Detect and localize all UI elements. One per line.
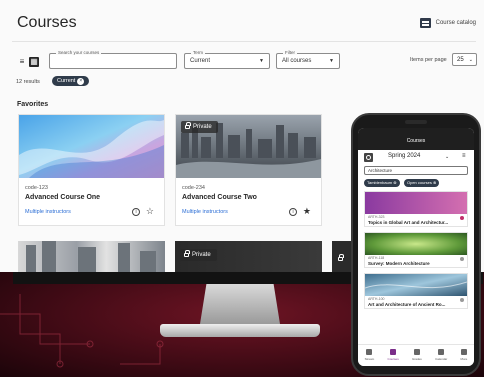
course-image	[365, 274, 467, 296]
nav-item-courses[interactable]: Courses	[388, 345, 399, 366]
page-title: Courses	[17, 14, 77, 31]
nav-item-grades[interactable]: Grades	[412, 345, 422, 366]
status-dot-icon	[460, 298, 464, 302]
term-label: Term	[191, 50, 205, 55]
course-name: Art and Architecture of Ancient Ro...	[368, 302, 446, 307]
phone-bottom-nav: Stream Courses Grades Calendar More	[358, 344, 474, 366]
nav-label: More	[460, 357, 468, 361]
phone-filter-chip[interactable]: Open courses ⊗	[404, 179, 440, 187]
chevron-down-icon: ⌄	[468, 57, 473, 63]
private-label: Private	[193, 124, 212, 130]
phone-device: Courses Spring 2024 ⌄ ≡ Architecture Tam…	[351, 113, 481, 376]
course-card[interactable]: code-123 Advanced Course One Multiple in…	[18, 114, 165, 226]
star-filled-icon[interactable]: ★	[303, 206, 311, 217]
filter-icon[interactable]: ≡	[462, 153, 466, 159]
filter-label: Filter	[283, 50, 297, 55]
chip-label: Tamblenbaum	[367, 180, 393, 185]
course-image	[365, 192, 467, 214]
nav-label: Courses	[387, 357, 399, 361]
lock-icon	[338, 254, 344, 261]
stream-icon	[366, 349, 373, 355]
nav-label: Grades	[411, 357, 422, 361]
lock-icon	[185, 122, 191, 129]
phone-course-card[interactable]: ARTH-323 Topics in Global Art and Archit…	[364, 191, 468, 227]
info-icon[interactable]: i	[132, 208, 140, 216]
private-badge: Private	[181, 121, 218, 133]
info-icon[interactable]: i	[289, 208, 297, 216]
courses-icon	[390, 349, 397, 355]
private-badge: Private	[180, 249, 217, 261]
filter-select[interactable]: Filter All courses ▼	[276, 50, 340, 69]
course-code: code-234	[182, 185, 205, 191]
items-per-page-value: 25	[457, 57, 464, 63]
search-icon[interactable]	[364, 153, 373, 162]
phone-course-card[interactable]: ARTH-118 Survey: Modern Architecture	[364, 232, 468, 268]
list-view-icon[interactable]: ≡	[17, 57, 27, 67]
course-name: Survey: Modern Architecture	[368, 261, 430, 266]
nav-label: Stream	[364, 357, 375, 361]
phone-screen: Courses Spring 2024 ⌄ ≡ Architecture Tam…	[358, 128, 474, 366]
status-dot-icon	[460, 257, 464, 261]
star-outline-icon[interactable]: ☆	[146, 206, 154, 217]
more-icon	[460, 349, 467, 355]
course-name: Advanced Course One	[25, 194, 101, 201]
search-label: Search your courses	[56, 50, 102, 55]
term-value: Current	[190, 58, 211, 64]
nav-item-more[interactable]: More	[460, 345, 468, 366]
phone-search-input[interactable]: Architecture	[364, 166, 468, 175]
course-image	[365, 233, 467, 255]
private-label: Private	[192, 252, 211, 258]
items-per-page-select[interactable]: 25 ⌄	[452, 53, 477, 66]
status-dot-icon	[460, 216, 464, 220]
lock-icon	[184, 250, 190, 257]
view-toggle: ≡ ▦	[17, 57, 39, 67]
course-code: code-123	[25, 185, 48, 191]
grid-view-icon[interactable]: ▦	[29, 57, 39, 67]
nav-item-stream[interactable]: Stream	[364, 345, 375, 366]
course-catalog-label: Course catalog	[435, 20, 476, 26]
monitor-stand	[200, 284, 280, 324]
chevron-down-icon: ▼	[259, 58, 264, 64]
phone-notch	[405, 120, 427, 124]
chip-label: Open courses	[407, 180, 432, 185]
course-card[interactable]: Private code-234 Advanced Course Two Mul…	[175, 114, 322, 226]
filter-value: All courses	[282, 58, 312, 64]
course-code: ARTH-118	[368, 256, 385, 260]
calendar-icon	[438, 349, 445, 355]
favorites-heading: Favorites	[17, 101, 49, 108]
catalog-icon	[419, 18, 431, 28]
chip-label: Current	[57, 78, 76, 84]
term-select[interactable]: Term Current ▼	[184, 50, 270, 69]
nav-label: Calendar	[435, 357, 448, 361]
search-input[interactable]: Search your courses	[49, 50, 177, 69]
phone-term-select[interactable]: Spring 2024	[388, 153, 420, 159]
course-code: ARTH-323	[368, 215, 385, 219]
chevron-down-icon: ▼	[329, 58, 334, 64]
phone-filter-chip[interactable]: Tamblenbaum ⊗	[364, 179, 400, 187]
course-image	[19, 115, 164, 178]
phone-course-card[interactable]: ARTH-100 Art and Architecture of Ancient…	[364, 273, 468, 309]
grades-icon	[413, 349, 420, 355]
monitor-stand-base	[160, 324, 320, 337]
instructors-link[interactable]: Multiple instructors	[25, 209, 71, 215]
items-per-page-label: Items per page	[410, 57, 447, 63]
course-name: Topics in Global Art and Architectur...	[368, 220, 449, 225]
instructors-link[interactable]: Multiple instructors	[182, 209, 228, 215]
course-name: Advanced Course Two	[182, 194, 257, 201]
results-count: 12 results	[16, 79, 40, 85]
nav-item-calendar[interactable]: Calendar	[435, 345, 447, 366]
close-icon[interactable]: ×	[77, 77, 85, 85]
active-filter-chip[interactable]: Current ×	[52, 76, 90, 86]
course-code: ARTH-100	[368, 297, 385, 301]
phone-header: Courses	[358, 128, 474, 150]
divider	[12, 41, 476, 42]
course-catalog-link[interactable]: Course catalog	[419, 18, 476, 28]
chevron-down-icon: ⌄	[445, 154, 450, 160]
